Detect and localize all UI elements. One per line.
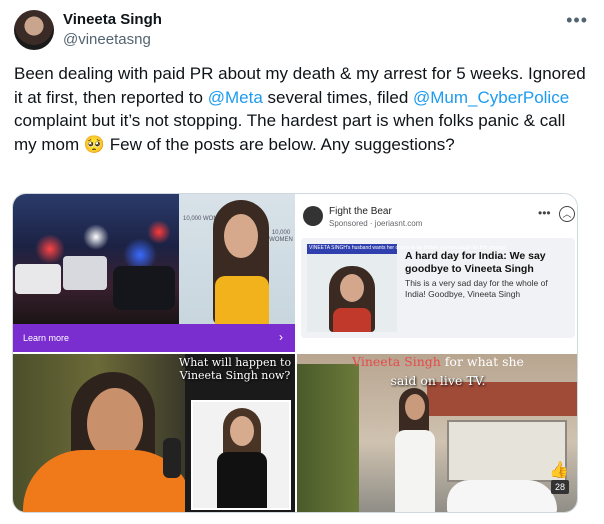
learn-more-bar[interactable]: Learn more › [13,324,295,352]
media-image-4[interactable]: Vineeta Singh for what she said on live … [297,354,577,512]
tweet-header: Vineeta Singh @vineetasng ••• [14,10,590,52]
media-image-3[interactable]: What will happen to Vineeta Singh now? [13,354,295,512]
image-caption: What will happen to Vineeta Singh now? [178,356,292,382]
avatar[interactable] [14,10,54,50]
inset-photo [191,400,291,510]
ad-description: This is a very sad day for the whole of … [405,278,548,299]
learn-more-label[interactable]: Learn more [23,333,69,343]
badge-text: 10,000 WOMEN [269,230,293,243]
media-image-1[interactable]: 10,000 WOMEN 10,000 WOMEN Learn more › [13,194,295,352]
thumbs-up-icon: 👍 [549,462,569,479]
page-avatar [303,206,323,226]
chevron-right-icon: › [279,330,283,344]
pleading-face-emoji: 🥺 [83,134,106,154]
media-image-2[interactable]: Fight the Bear Sponsored · joeriasnt.com… [297,194,577,352]
page-name: Fight the Bear [329,206,392,217]
sponsored-label: Sponsored · joeriasnt.com [329,219,423,228]
chevron-up-icon: ︿ [559,206,575,222]
caption-name: Vineeta Singh [352,354,441,369]
mention-link-meta[interactable]: @Meta [208,88,263,107]
ad-headline: A hard day for India: We say goodbye to … [405,250,546,275]
image-caption: Vineeta Singh for what she said on live … [301,354,575,389]
more-horizontal-icon: ••• [538,206,551,220]
ad-image: VINEETA SINGH's husband wants her drama … [307,244,506,332]
author-name[interactable]: Vineeta Singh [63,11,162,28]
woman-portrait-photo: 10,000 WOMEN 10,000 WOMEN [179,194,295,324]
author-handle[interactable]: @vineetasng [63,31,151,48]
count-badge: 28 [551,480,569,494]
tweet-text-part: several times, filed [262,87,414,107]
tweet-text: Been dealing with paid PR about my death… [14,62,592,156]
media-grid: 10,000 WOMEN 10,000 WOMEN Learn more › F… [12,193,578,513]
tweet-text-part: Few of the posts are below. Any suggesti… [105,134,455,154]
police-scene-photo [13,194,179,324]
caption-line-2: said on live TV. [390,373,486,388]
caption-text: for what she [440,354,524,369]
more-horizontal-icon[interactable]: ••• [566,10,588,31]
mention-link-cyberpolice[interactable]: @Mum_CyberPolice [413,88,569,107]
ad-card: VINEETA SINGH's husband wants her drama … [301,238,575,338]
